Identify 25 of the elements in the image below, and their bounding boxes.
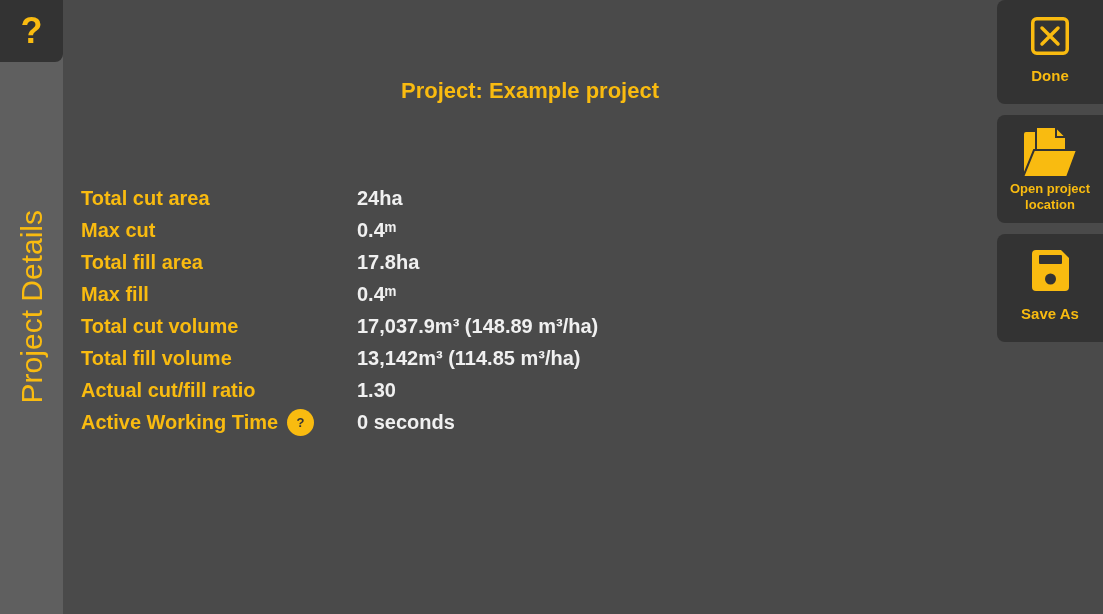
detail-label: Total fill volume bbox=[81, 346, 232, 371]
detail-value: 17,037.9m³ (148.89 m³/ha) bbox=[357, 314, 599, 339]
detail-value: 1.30 bbox=[357, 378, 396, 403]
detail-value: 17.8ha bbox=[357, 250, 420, 275]
detail-value: 13,142m³ (114.85 m³/ha) bbox=[357, 346, 581, 371]
detail-label: Max cut bbox=[81, 218, 156, 243]
detail-label: Total cut volume bbox=[81, 314, 239, 339]
detail-label: Total fill area bbox=[81, 250, 203, 275]
save-as-button[interactable]: Save As bbox=[997, 234, 1103, 342]
info-button[interactable]: ? bbox=[287, 408, 315, 436]
folder-document-icon bbox=[1022, 125, 1078, 178]
detail-value: 0.4ᵐ bbox=[357, 282, 397, 307]
detail-label: Active Working Time bbox=[81, 410, 279, 435]
open-location-button[interactable]: Open project location bbox=[997, 115, 1103, 223]
close-icon bbox=[1031, 16, 1069, 55]
detail-value: 0 seconds bbox=[357, 410, 455, 435]
done-button[interactable]: Done bbox=[997, 0, 1103, 104]
detail-label: Max fill bbox=[81, 282, 149, 307]
project-title: Project: Example project bbox=[401, 77, 659, 105]
help-button[interactable]: ? bbox=[0, 0, 63, 62]
detail-value: 0.4ᵐ bbox=[357, 218, 397, 243]
detail-value: 24ha bbox=[357, 186, 403, 211]
detail-label: Total cut area bbox=[81, 186, 210, 211]
detail-label: Actual cut/fill ratio bbox=[81, 378, 256, 403]
panel-title: Project Details bbox=[16, 210, 47, 404]
